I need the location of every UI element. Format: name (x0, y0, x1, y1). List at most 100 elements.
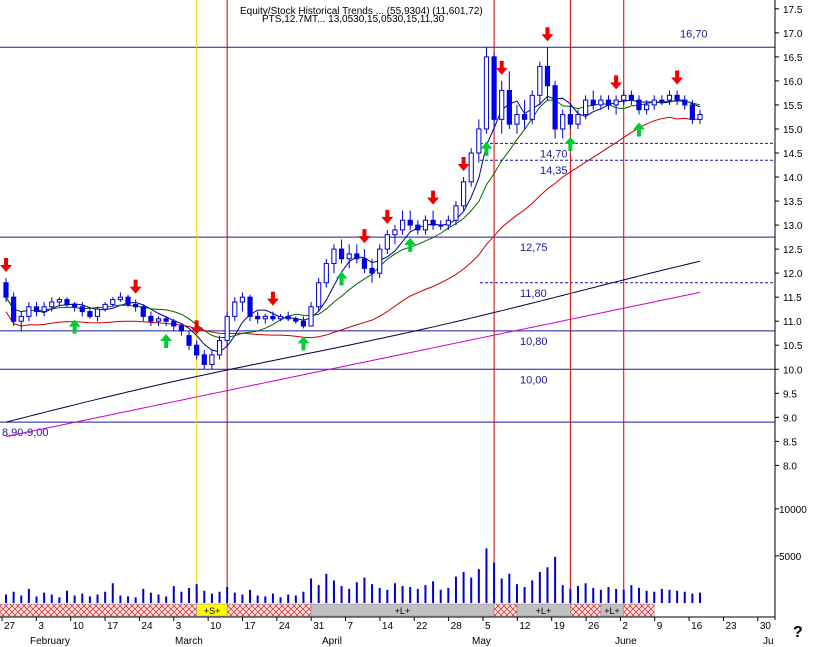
x-tick-label: 28 (451, 621, 463, 632)
candle-body (674, 94, 680, 101)
candle-body (460, 181, 467, 207)
candle-body (521, 114, 528, 120)
x-tick-label: 31 (313, 621, 325, 632)
candle-body (155, 318, 162, 322)
sell-signal-arrow (541, 27, 554, 42)
x-tick-label: 14 (382, 621, 394, 632)
x-tick-label: 17 (107, 621, 119, 632)
candle-body (483, 56, 490, 130)
level-label: 10,00 (520, 374, 548, 386)
ma-slow-line (5, 116, 701, 339)
sell-signal-arrow (427, 190, 440, 205)
candle-body (140, 306, 146, 317)
buy-signal-arrow (335, 271, 348, 286)
candle-body (346, 253, 352, 260)
candle-body (102, 303, 108, 310)
candle-body (399, 219, 406, 231)
candle-body (438, 224, 444, 227)
candle-body (468, 152, 474, 183)
chart-subtitle: PTS,12.7MT... 13,0530,15,0530,15,11,30 (262, 14, 445, 25)
ma-long-magenta-line (5, 291, 701, 438)
sell-signal-arrow (358, 229, 371, 244)
candle-body (666, 94, 673, 101)
candle-body (369, 267, 375, 274)
candle-body (697, 114, 703, 120)
y-tick-label: 8.5 (783, 437, 797, 448)
candle-body (392, 229, 398, 236)
x-tick-label: 3 (38, 621, 44, 632)
y-tick-label: 17.0 (783, 29, 803, 40)
volume-tick-label: 10000 (779, 505, 807, 516)
x-tick-label: 19 (554, 621, 566, 632)
x-tick-label: 10 (210, 621, 222, 632)
candle-body (178, 325, 185, 332)
x-tick-label: 9 (657, 621, 663, 632)
candle-body (148, 315, 154, 322)
y-tick-label: 15.5 (783, 101, 803, 112)
candle-body (689, 104, 695, 120)
month-label: June (615, 636, 637, 647)
ma-long-black-line (5, 260, 701, 423)
candle-body (308, 306, 314, 327)
candle-body (430, 219, 436, 226)
candle-body (247, 296, 253, 317)
candle-body (117, 296, 123, 301)
candle-body (544, 65, 551, 87)
x-tick-label: 24 (141, 621, 153, 632)
y-tick-label: 10.5 (783, 341, 803, 352)
candle-body (49, 301, 55, 308)
candle-body (552, 85, 558, 130)
signal-band (493, 603, 518, 617)
candle-body (285, 315, 291, 320)
candle-body (270, 315, 276, 320)
help-icon[interactable]: ? (793, 624, 803, 642)
candle-body (133, 303, 139, 308)
candle-body (590, 99, 596, 106)
x-tick-label: 10 (73, 621, 85, 632)
candle-body (239, 296, 246, 303)
x-tick-label: 17 (244, 621, 256, 632)
candle-body (300, 320, 307, 327)
candle-body (56, 299, 62, 303)
y-tick-label: 11.0 (783, 317, 802, 328)
level-label: 10,80 (520, 336, 548, 348)
signal-band (0, 603, 197, 617)
candle-body (262, 315, 268, 320)
x-tick-label: 16 (691, 621, 703, 632)
level-label: 16,70 (680, 28, 708, 40)
volume-bars (5, 548, 701, 603)
candle-body (163, 318, 169, 322)
signal-band (623, 603, 655, 617)
candles (3, 47, 703, 370)
signal-band-label: +L+ (536, 606, 552, 616)
x-tick-label: 5 (485, 621, 491, 632)
ma-medium-line (5, 99, 701, 339)
candle-body (682, 99, 688, 106)
candle-body (567, 114, 573, 125)
candle-body (72, 303, 78, 308)
volume-tick-label: 5000 (779, 552, 802, 563)
x-tick-label: 30 (760, 621, 772, 632)
event-lines (196, 0, 625, 604)
x-tick-label: 2 (622, 621, 628, 632)
candle-body (613, 99, 619, 106)
buy-signal-arrow (160, 334, 173, 349)
candle-body (11, 296, 17, 322)
y-tick-label: 14.5 (783, 149, 803, 160)
buy-signal-arrow (404, 237, 417, 252)
candle-body (79, 306, 85, 313)
candle-body (125, 296, 131, 305)
price-chart: 16,7014,7014,3512,7511,8010,8010,008,90-… (0, 0, 807, 647)
x-tick-label: 27 (4, 621, 16, 632)
signal-band-label: +L+ (604, 606, 620, 616)
candle-body (361, 258, 368, 269)
y-tick-label: 13.0 (783, 221, 803, 232)
y-tick-label: 17.5 (783, 5, 803, 16)
candle-body (583, 99, 589, 116)
signal-arrows (0, 27, 684, 351)
level-label: 14,70 (540, 148, 568, 160)
x-tick-label: 7 (348, 621, 354, 632)
candle-body (377, 248, 383, 274)
month-label: March (175, 636, 203, 647)
candle-body (18, 315, 24, 322)
